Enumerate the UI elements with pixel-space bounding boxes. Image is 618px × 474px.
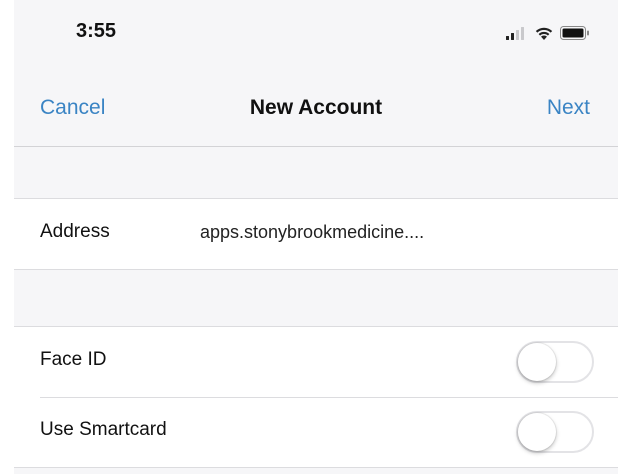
page-title: New Account <box>249 96 383 119</box>
face-id-row: Face ID <box>14 327 618 397</box>
face-id-label: Face ID <box>40 349 107 370</box>
face-id-toggle[interactable] <box>516 341 594 383</box>
smartcard-toggle-knob <box>518 413 556 451</box>
account-group: Address apps.stonybrookmedicine.... <box>14 198 618 270</box>
address-field[interactable]: apps.stonybrookmedicine.... <box>200 222 424 243</box>
app-frame: 3:55 Cancel New Account Next Address app… <box>0 0 618 474</box>
address-label: Address <box>40 221 110 242</box>
cellular-signal-icon <box>506 27 524 40</box>
battery-icon <box>560 26 589 40</box>
smartcard-toggle[interactable] <box>516 411 594 453</box>
status-icons <box>506 24 590 42</box>
wifi-icon <box>535 27 553 40</box>
next-button[interactable]: Next <box>547 96 590 120</box>
navigation-bar: Cancel New Account Next <box>14 70 618 146</box>
smartcard-row: Use Smartcard <box>14 397 618 467</box>
options-group: Face ID Use Smartcard <box>14 326 618 468</box>
address-row[interactable]: Address apps.stonybrookmedicine.... <box>14 199 618 269</box>
status-bar: 3:55 <box>14 0 618 70</box>
smartcard-label: Use Smartcard <box>40 419 167 440</box>
face-id-toggle-knob <box>518 343 556 381</box>
status-time: 3:55 <box>76 20 117 42</box>
nav-divider <box>14 146 618 147</box>
new-account-screen: 3:55 Cancel New Account Next Address app… <box>14 0 618 474</box>
